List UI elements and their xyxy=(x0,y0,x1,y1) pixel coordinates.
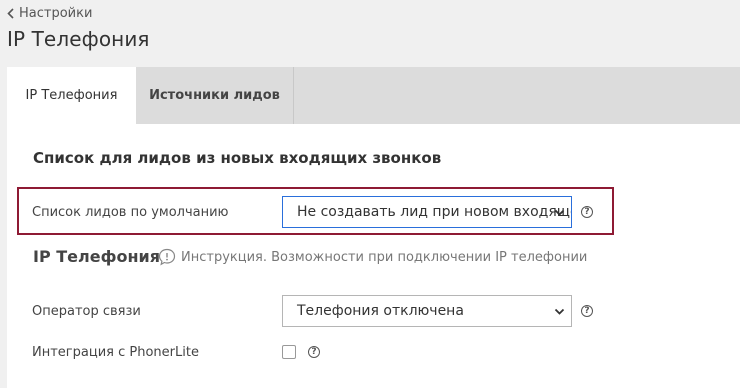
chevron-down-icon xyxy=(554,308,565,315)
ip-section-heading: IP Телефония xyxy=(33,247,160,266)
back-link-label: Настройки xyxy=(19,6,93,21)
default-list-label: Список лидов по умолчанию xyxy=(32,205,229,220)
speech-bubble-info-icon xyxy=(158,248,176,266)
back-to-settings-link[interactable]: Настройки xyxy=(7,6,92,21)
chevron-down-icon xyxy=(554,209,565,216)
tab-ip-telephony[interactable]: IP Телефония xyxy=(7,67,136,124)
default-lead-list-select[interactable]: Не создавать лид при новом входящем xyxy=(282,196,572,228)
tabs-bar: IP Телефония Источники лидов xyxy=(7,67,740,124)
operator-select[interactable]: Телефония отключена xyxy=(282,295,572,327)
phonerlite-checkbox[interactable] xyxy=(282,345,296,359)
leads-section-heading: Список для лидов из новых входящих звонк… xyxy=(33,149,442,167)
help-icon[interactable]: ? xyxy=(308,346,320,358)
operator-select-value: Телефония отключена xyxy=(297,303,464,319)
phonerlite-label: Интеграция с PhonerLite xyxy=(32,345,199,360)
page-title: IP Телефония xyxy=(7,27,150,51)
help-icon[interactable]: ? xyxy=(581,305,593,317)
default-lead-list-value: Не создавать лид при новом входящем xyxy=(297,204,572,220)
operator-label: Оператор связи xyxy=(32,304,141,319)
settings-panel: Список для лидов из новых входящих звонк… xyxy=(7,124,740,388)
chevron-left-icon xyxy=(7,8,14,19)
tab-lead-sources[interactable]: Источники лидов xyxy=(136,67,294,124)
help-icon[interactable]: ? xyxy=(581,206,593,218)
instruction-link[interactable]: Инструкция. Возможности при подключении … xyxy=(158,248,587,266)
instruction-text: Инструкция. Возможности при подключении … xyxy=(181,249,588,265)
